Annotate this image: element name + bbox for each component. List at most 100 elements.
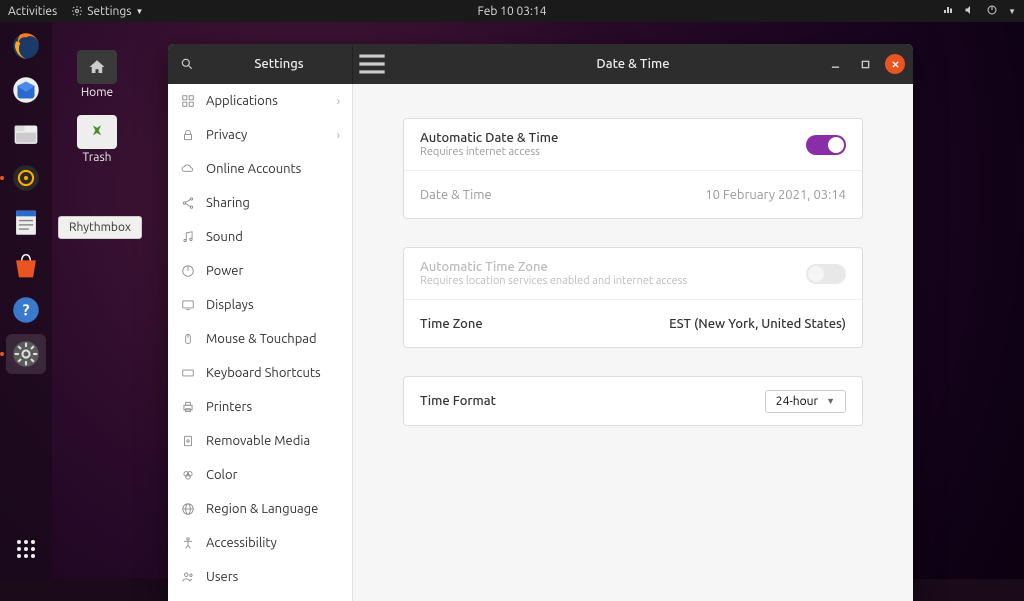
show-applications-button[interactable] <box>6 529 46 569</box>
row-title: Date & Time <box>420 188 705 202</box>
datetime-panel: Automatic Date & Time Requires internet … <box>403 118 863 219</box>
desktop-icon-label: Home <box>81 86 113 99</box>
close-button[interactable] <box>885 54 905 74</box>
media-icon <box>180 434 196 448</box>
search-icon <box>180 57 194 71</box>
dock-settings[interactable] <box>6 334 46 374</box>
dock-rhythmbox[interactable] <box>6 158 46 198</box>
caret-down-icon: ▼ <box>826 396 835 406</box>
row-value: 10 February 2021, 03:14 <box>705 188 846 202</box>
lock-icon <box>180 128 196 142</box>
row-value: EST (New York, United States) <box>669 317 846 331</box>
sidebar-item-label: Accessibility <box>206 536 277 550</box>
sidebar-item-printers[interactable]: Printers <box>168 390 352 424</box>
network-icon[interactable] <box>942 4 954 19</box>
window-titlebar[interactable]: Settings Date & Time <box>168 44 913 84</box>
sidebar-item-label: Mouse & Touchpad <box>206 332 317 346</box>
sidebar-item-label: Users <box>206 570 238 584</box>
time-zone-row[interactable]: Time Zone EST (New York, United States) <box>404 299 862 347</box>
automatic-date-time-row: Automatic Date & Time Requires internet … <box>404 119 862 170</box>
sidebar-item-applications[interactable]: Applications › <box>168 84 352 118</box>
settings-sidebar[interactable]: Applications › Privacy › Online Accounts… <box>168 84 353 601</box>
search-button[interactable] <box>168 45 206 83</box>
sidebar-item-label: Applications <box>206 94 278 108</box>
svg-text:?: ? <box>23 301 30 319</box>
automatic-time-zone-switch <box>806 264 846 284</box>
row-title: Time Format <box>420 394 765 408</box>
note-icon <box>180 230 196 244</box>
apps-grid-icon <box>14 537 38 561</box>
minimize-icon <box>831 60 840 69</box>
timezone-panel: Automatic Time Zone Requires location se… <box>403 247 863 348</box>
dock-libreoffice-writer[interactable] <box>6 202 46 242</box>
display-icon <box>180 298 196 312</box>
desktop-icon-home[interactable]: Home <box>62 50 132 99</box>
volume-icon[interactable] <box>964 4 976 19</box>
close-icon <box>891 60 900 69</box>
maximize-icon <box>861 60 870 69</box>
time-format-row: Time Format 24-hour ▼ <box>404 377 862 425</box>
color-icon <box>180 468 196 482</box>
sidebar-item-displays[interactable]: Displays <box>168 288 352 322</box>
activities-button[interactable]: Activities <box>8 5 57 18</box>
sidebar-item-removable-media[interactable]: Removable Media <box>168 424 352 458</box>
sidebar-item-privacy[interactable]: Privacy › <box>168 118 352 152</box>
clock[interactable]: Feb 10 03:14 <box>477 5 546 18</box>
globe-icon <box>180 502 196 516</box>
time-format-panel: Time Format 24-hour ▼ <box>403 376 863 426</box>
desktop-background: Home Trash Rhythmbox Settings Date & Tim <box>0 22 1024 579</box>
page-title: Date & Time <box>596 57 669 71</box>
sidebar-item-users[interactable]: Users <box>168 560 352 594</box>
sidebar-item-power[interactable]: Power <box>168 254 352 288</box>
row-title: Automatic Date & Time <box>420 131 806 145</box>
dock-thunderbird[interactable] <box>6 70 46 110</box>
time-format-dropdown[interactable]: 24-hour ▼ <box>765 390 846 413</box>
dock-firefox[interactable] <box>6 26 46 66</box>
sidebar-item-label: Displays <box>206 298 254 312</box>
automatic-date-time-switch[interactable] <box>806 135 846 155</box>
row-title: Time Zone <box>420 317 669 331</box>
desktop-icon-label: Trash <box>82 151 111 164</box>
gnome-top-bar: Activities Settings ▼ Feb 10 03:14 ▼ <box>0 0 1024 22</box>
app-menu[interactable]: Settings ▼ <box>71 5 143 18</box>
mouse-icon <box>180 332 196 346</box>
sidebar-item-online-accounts[interactable]: Online Accounts <box>168 152 352 186</box>
users-icon <box>180 570 196 584</box>
desktop-icon-trash[interactable]: Trash <box>62 115 132 164</box>
sidebar-item-mouse-touchpad[interactable]: Mouse & Touchpad <box>168 322 352 356</box>
share-icon <box>180 196 196 210</box>
sidebar-item-label: Online Accounts <box>206 162 301 176</box>
grid-icon <box>180 94 196 108</box>
sidebar-item-region-language[interactable]: Region & Language <box>168 492 352 526</box>
sidebar-item-label: Region & Language <box>206 502 318 516</box>
hamburger-icon <box>353 45 391 83</box>
chevron-right-icon: › <box>337 95 340 108</box>
automatic-time-zone-row: Automatic Time Zone Requires location se… <box>404 248 862 299</box>
hamburger-menu-button[interactable] <box>353 45 391 83</box>
sidebar-item-accessibility[interactable]: Accessibility <box>168 526 352 560</box>
sidebar-title: Settings <box>206 57 352 71</box>
power-icon <box>180 264 196 278</box>
dropdown-value: 24-hour <box>776 395 818 408</box>
trash-icon <box>77 115 117 149</box>
sidebar-item-label: Printers <box>206 400 252 414</box>
date-time-row[interactable]: Date & Time 10 February 2021, 03:14 <box>404 170 862 218</box>
minimize-button[interactable] <box>825 54 845 74</box>
sidebar-item-sound[interactable]: Sound <box>168 220 352 254</box>
sidebar-item-sharing[interactable]: Sharing <box>168 186 352 220</box>
dock-software[interactable] <box>6 246 46 286</box>
dock-files[interactable] <box>6 114 46 154</box>
access-icon <box>180 536 196 550</box>
ubuntu-dock: ? <box>0 22 52 579</box>
dock-help[interactable]: ? <box>6 290 46 330</box>
maximize-button[interactable] <box>855 54 875 74</box>
chevron-right-icon: › <box>337 129 340 142</box>
sidebar-item-label: Privacy <box>206 128 247 142</box>
row-subtitle: Requires internet access <box>420 146 806 158</box>
sidebar-item-label: Power <box>206 264 243 278</box>
caret-down-icon[interactable]: ▼ <box>1008 7 1016 16</box>
sidebar-item-keyboard-shortcuts[interactable]: Keyboard Shortcuts <box>168 356 352 390</box>
cloud-icon <box>180 162 196 176</box>
power-icon[interactable] <box>986 4 998 19</box>
sidebar-item-color[interactable]: Color <box>168 458 352 492</box>
